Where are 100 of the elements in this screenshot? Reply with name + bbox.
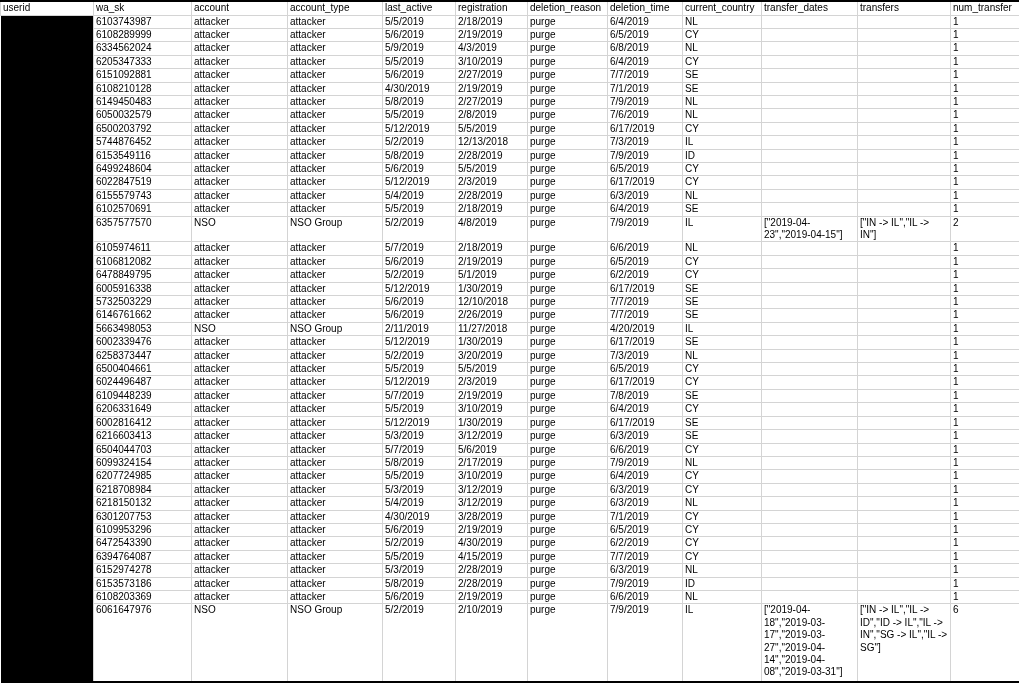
table-cell: 6/5/2019: [610, 523, 649, 535]
table-cell: 7/9/2019: [610, 149, 649, 161]
table-cell: purge: [530, 336, 556, 348]
table-cell: CY: [685, 537, 699, 549]
table-cell: purge: [530, 403, 556, 415]
table-cell: 5/5/2019: [385, 203, 424, 215]
table-cell: purge: [530, 69, 556, 81]
table-cell: attacker: [290, 510, 326, 522]
table-cell: 1: [953, 15, 959, 27]
table-cell: 5/3/2019: [385, 483, 424, 495]
table-cell: 5/12/2019: [385, 416, 430, 428]
table-cell: 6149450483: [96, 95, 152, 107]
table-cell: attacker: [194, 336, 230, 348]
table-cell: 7/9/2019: [610, 216, 649, 228]
table-cell: 6334562024: [96, 42, 152, 54]
column-header: transfers: [857, 1, 951, 15]
table-cell: NL: [685, 349, 698, 361]
table-cell: 6205347333: [96, 55, 152, 67]
table-cell: attacker: [290, 269, 326, 281]
table-cell: SE: [685, 203, 699, 215]
table-cell: 11/27/2018: [458, 322, 508, 334]
table-cell: attacker: [290, 336, 326, 348]
table-cell: attacker: [194, 309, 230, 321]
table-cell: 6002816412: [96, 416, 152, 428]
table-cell: 5/6/2019: [458, 443, 497, 455]
table-cell: NL: [685, 189, 698, 201]
table-cell: 7/9/2019: [610, 456, 649, 468]
table-cell: 6005916338: [96, 282, 152, 294]
table-cell: 6/3/2019: [610, 497, 649, 509]
table-cell: attacker: [194, 349, 230, 361]
table-cell: attacker: [290, 550, 326, 562]
table-cell: 1/30/2019: [458, 282, 503, 294]
table-cell: attacker: [194, 537, 230, 549]
table-cell: 5/6/2019: [385, 590, 424, 602]
table-cell: 6472543390: [96, 537, 152, 549]
table-cell: 1: [953, 82, 959, 94]
table-cell: attacker: [194, 95, 230, 107]
table-cell: 6146761662: [96, 309, 152, 321]
table-cell: 5/6/2019: [385, 309, 424, 321]
table-cell: attacker: [194, 497, 230, 509]
table-cell: 5/5/2019: [385, 363, 424, 375]
column-header: num_transfer: [950, 1, 1019, 15]
table-cell: 2/11/2019: [385, 322, 429, 334]
table-cell: 1: [953, 42, 959, 54]
table-cell: purge: [530, 523, 556, 535]
table-cell: 1: [953, 336, 959, 348]
table-cell: 7/9/2019: [610, 95, 649, 107]
table-cell: attacker: [194, 42, 230, 54]
table-cell: 7/1/2019: [610, 82, 649, 94]
table-cell: purge: [530, 309, 556, 321]
table-cell: purge: [530, 510, 556, 522]
table-cell: 6002339476: [96, 336, 152, 348]
table-cell: ["IN -> IL","IL -> ID","ID -> IL","IL -> IN","SG -> IL","IL -> SG"]: [860, 604, 948, 653]
table-cell: 6/17/2019: [610, 336, 655, 348]
table-cell: ["2019-04-23","2019-04-15"]: [764, 216, 843, 240]
table-cell: purge: [530, 430, 556, 442]
table-cell: 1: [953, 363, 959, 375]
table-cell: 1/30/2019: [458, 416, 503, 428]
table-cell: 6/17/2019: [610, 176, 655, 188]
table-cell: purge: [530, 564, 556, 576]
table-cell: attacker: [194, 136, 230, 148]
table-cell: 1: [953, 523, 959, 535]
table-cell: 6: [953, 604, 959, 616]
table-cell: attacker: [290, 189, 326, 201]
table-cell: 1: [953, 149, 959, 161]
table-cell: 6/6/2019: [610, 242, 649, 254]
table-cell: 2/3/2019: [458, 376, 497, 388]
table-cell: 1: [953, 176, 959, 188]
table-cell: 6/17/2019: [610, 282, 655, 294]
table-cell: IL: [685, 604, 694, 616]
table-cell: 2/17/2019: [458, 456, 503, 468]
table-cell: purge: [530, 82, 556, 94]
table-cell: attacker: [290, 136, 326, 148]
table-cell: CY: [685, 376, 699, 388]
table-cell: attacker: [290, 430, 326, 442]
table-cell: 1: [953, 510, 959, 522]
table-cell: attacker: [290, 28, 326, 40]
table-cell: attacker: [194, 282, 230, 294]
table-cell: 6/4/2019: [610, 15, 649, 27]
table-cell: 1: [953, 550, 959, 562]
table-cell: attacker: [194, 510, 230, 522]
table-cell: 1: [953, 456, 959, 468]
table-cell: CY: [685, 550, 699, 562]
column-header: last_active: [382, 1, 456, 15]
table-cell: 1: [953, 483, 959, 495]
table-cell: 6301207753: [96, 510, 152, 522]
table-cell: attacker: [290, 349, 326, 361]
table-cell: 1: [953, 109, 959, 121]
table-cell: attacker: [194, 590, 230, 602]
table-cell: 6/4/2019: [610, 470, 649, 482]
table-cell: 5/6/2019: [385, 523, 424, 535]
table-cell: purge: [530, 136, 556, 148]
table-cell: CY: [685, 403, 699, 415]
table-cell: purge: [530, 176, 556, 188]
table-cell: CY: [685, 523, 699, 535]
table-cell: purge: [530, 456, 556, 468]
table-cell: 6105974611: [96, 242, 151, 254]
table-cell: purge: [530, 269, 556, 281]
table-cell: attacker: [290, 69, 326, 81]
table-cell: 1: [953, 136, 959, 148]
